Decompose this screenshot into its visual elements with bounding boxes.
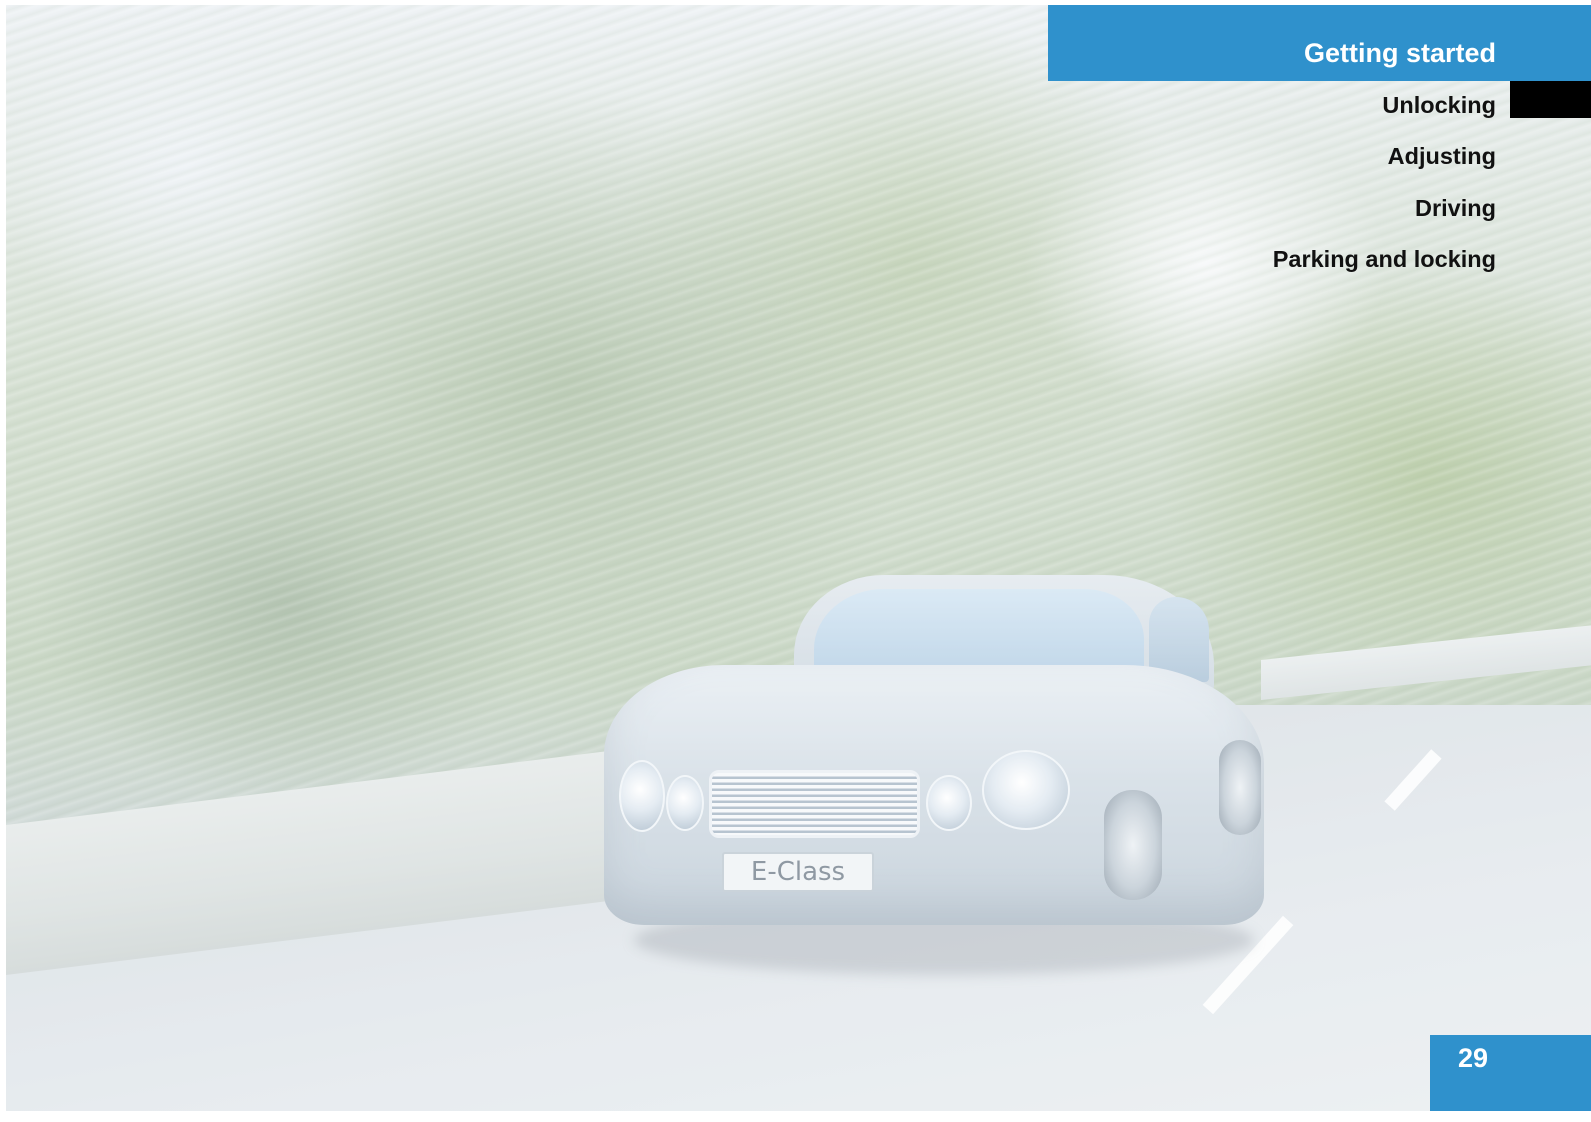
- page-number-box: [1430, 1035, 1591, 1111]
- section-title: Getting started: [1303, 38, 1496, 68]
- active-nav-marker: [1510, 81, 1591, 118]
- photo-overlay: [6, 5, 1591, 1111]
- nav-item-adjusting[interactable]: Adjusting: [1388, 142, 1496, 170]
- nav-item-unlocking[interactable]: Unlocking: [1382, 91, 1496, 119]
- page-number: 29: [1458, 1043, 1489, 1073]
- nav-item-driving[interactable]: Driving: [1415, 194, 1496, 222]
- manual-page: E-Class Getting started Unlocking Adjust…: [0, 0, 1591, 1122]
- cover-photo: E-Class: [6, 5, 1591, 1111]
- nav-item-parking-and-locking[interactable]: Parking and locking: [1273, 245, 1496, 273]
